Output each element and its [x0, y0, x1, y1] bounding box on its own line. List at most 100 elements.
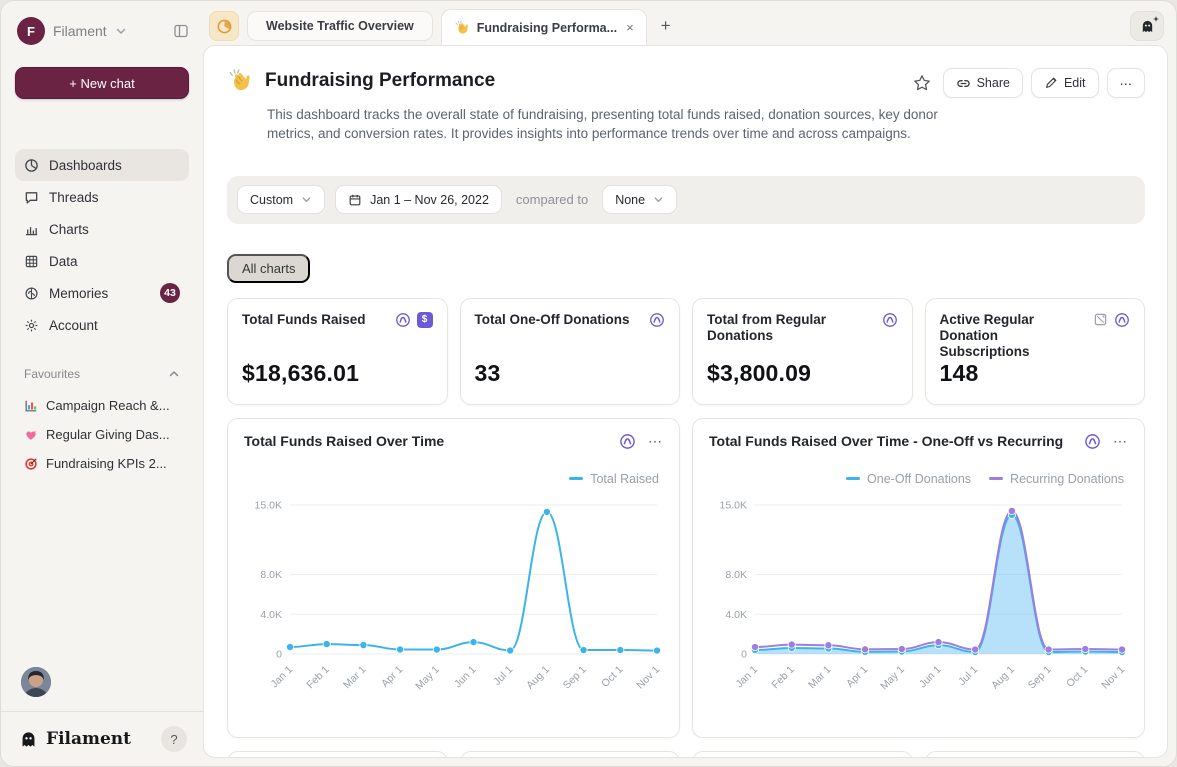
- svg-text:Jul 1: Jul 1: [956, 663, 980, 687]
- favourite-item-fundraising-kpis[interactable]: Fundraising KPIs 2...: [15, 449, 189, 478]
- chart-legend: Total Raised: [244, 472, 659, 486]
- area-chart-oneoff-vs-recurring[interactable]: 04.0K8.0K15.0KJan 1Feb 1Mar 1Apr 1May 1J…: [709, 488, 1132, 723]
- sidebar-item-data[interactable]: Data: [15, 245, 189, 277]
- svg-text:15.0K: 15.0K: [255, 499, 282, 511]
- favourite-star-button[interactable]: [909, 70, 935, 96]
- chart-more-button[interactable]: ⋯: [1113, 433, 1128, 450]
- chart-card-oneoff-vs-recurring: Total Funds Raised Over Time - One-Off v…: [692, 418, 1145, 738]
- sidebar-item-memories[interactable]: Memories 43: [15, 277, 189, 309]
- workspace-switcher[interactable]: F Filament: [17, 17, 189, 45]
- svg-text:Oct 1: Oct 1: [1064, 663, 1090, 689]
- svg-text:15.0K: 15.0K: [720, 499, 747, 511]
- help-button[interactable]: ?: [161, 726, 187, 752]
- sidebar-item-dashboards[interactable]: Dashboards: [15, 149, 189, 181]
- svg-text:May 1: May 1: [878, 663, 907, 692]
- svg-text:Sep 1: Sep 1: [561, 663, 589, 691]
- sidebar: F Filament + New chat Dashboards Threads…: [1, 1, 203, 766]
- new-chat-button[interactable]: + New chat: [15, 67, 189, 99]
- svg-text:4.0K: 4.0K: [260, 609, 282, 621]
- gear-icon: [24, 318, 39, 333]
- sidebar-item-label: Data: [49, 254, 78, 269]
- chart-title: Total Funds Raised Over Time - One-Off v…: [709, 433, 1063, 449]
- svg-text:Nov 1: Nov 1: [1099, 663, 1127, 691]
- tab-fundraising-performance[interactable]: Fundraising Performa... ×: [441, 9, 647, 45]
- kpi-card-total-funds-raised[interactable]: Total Funds Raised $ $18,636.01: [227, 298, 448, 405]
- kpi-title: Total from Regular Donations: [707, 312, 837, 344]
- dashboards-home-tab-button[interactable]: [209, 11, 239, 41]
- user-avatar[interactable]: [21, 667, 51, 697]
- svg-text:Jul 1: Jul 1: [491, 663, 515, 687]
- favourites-section-header[interactable]: Favourites: [24, 367, 180, 381]
- more-options-button[interactable]: ⋯: [1107, 68, 1146, 98]
- avatar-image: [21, 667, 51, 697]
- star-icon: [913, 74, 931, 92]
- kpi-value: $3,800.09: [707, 360, 898, 387]
- link-icon: [956, 76, 971, 91]
- ghost-logo-icon: [19, 730, 38, 749]
- line-chart-total-raised[interactable]: 04.0K8.0K15.0KJan 1Feb 1Mar 1Apr 1May 1J…: [244, 488, 667, 723]
- sidebar-item-account[interactable]: Account: [15, 309, 189, 341]
- legend-swatch: [846, 477, 860, 480]
- all-charts-chip[interactable]: All charts: [227, 254, 310, 283]
- clap-emoji-icon: [227, 68, 253, 94]
- legend-item: Total Raised: [569, 472, 659, 486]
- chart-slash-icon: [1093, 312, 1108, 327]
- pie-chart-icon: [24, 158, 39, 173]
- svg-text:Sep 1: Sep 1: [1026, 663, 1054, 691]
- main-area: Website Traffic Overview Fundraising Per…: [203, 1, 1176, 766]
- chevron-down-icon: [301, 194, 312, 205]
- kpi-title: Total One-Off Donations: [475, 312, 630, 328]
- kpi-card-total-regular-donations[interactable]: Total from Regular Donations $3,800.09: [692, 298, 913, 405]
- sidebar-item-charts[interactable]: Charts: [15, 213, 189, 245]
- svg-text:8.0K: 8.0K: [725, 569, 747, 581]
- date-range-value: Jan 1 – Nov 26, 2022: [370, 193, 489, 207]
- legend-label: Total Raised: [590, 472, 659, 486]
- edit-button[interactable]: Edit: [1031, 68, 1099, 98]
- kpi-card-tickets-sold[interactable]: Number of Tickets Sold: [692, 751, 913, 758]
- kpi-card-avg-donation-size[interactable]: Avg Donation Size (All: [925, 751, 1146, 758]
- close-tab-button[interactable]: ×: [624, 20, 634, 35]
- amber-pie-icon: [216, 18, 233, 35]
- kpi-card-donation-form-conversion[interactable]: Donation Form Conversion: [460, 751, 681, 758]
- filter-bar: Custom Jan 1 – Nov 26, 2022 compared to …: [227, 176, 1145, 224]
- legend-label: One-Off Donations: [867, 472, 971, 486]
- memories-count-badge: 43: [160, 283, 180, 303]
- date-range-picker[interactable]: Jan 1 – Nov 26, 2022: [335, 185, 502, 214]
- clap-emoji-icon: [454, 20, 470, 36]
- sidebar-divider: [1, 711, 203, 712]
- date-range-type-select[interactable]: Custom: [237, 185, 325, 214]
- compare-select[interactable]: None: [602, 185, 677, 214]
- target-emoji-icon: [24, 457, 38, 471]
- favourite-item-campaign-reach[interactable]: Campaign Reach &...: [15, 391, 189, 420]
- sidebar-item-threads[interactable]: Threads: [15, 181, 189, 213]
- chart-legend: One-Off Donations Recurring Donations: [709, 472, 1124, 486]
- polar-trend-icon: [395, 312, 411, 328]
- chart-more-button[interactable]: ⋯: [648, 433, 663, 450]
- sidebar-item-label: Memories: [49, 286, 108, 301]
- chart-card-total-funds-over-time: Total Funds Raised Over Time ⋯ Total Rai…: [227, 418, 680, 738]
- svg-text:Apr 1: Apr 1: [379, 663, 405, 689]
- chart-title: Total Funds Raised Over Time: [244, 433, 444, 449]
- svg-text:Feb 1: Feb 1: [304, 663, 332, 691]
- svg-text:Nov 1: Nov 1: [634, 663, 662, 691]
- pencil-icon: [1044, 76, 1058, 90]
- share-button[interactable]: Share: [943, 68, 1023, 98]
- svg-text:Jan 1: Jan 1: [733, 663, 760, 690]
- kpi-card-total-one-off-donations[interactable]: Total One-Off Donations 33: [460, 298, 681, 405]
- favourite-item-regular-giving[interactable]: Regular Giving Das...: [15, 420, 189, 449]
- sparkle-icon: [1153, 16, 1159, 22]
- compare-value: None: [615, 193, 645, 207]
- calendar-icon: [348, 193, 362, 207]
- chevron-up-icon: [168, 368, 180, 380]
- tab-website-traffic-overview[interactable]: Website Traffic Overview: [247, 11, 433, 41]
- svg-text:Apr 1: Apr 1: [844, 663, 870, 689]
- kpi-value: 148: [940, 360, 1131, 387]
- collapse-sidebar-button[interactable]: [173, 23, 189, 39]
- kpi-card-ticket-sales[interactable]: Total from Ticket Sales: [227, 751, 448, 758]
- edit-label: Edit: [1064, 76, 1086, 90]
- svg-text:0: 0: [741, 648, 747, 660]
- assistant-ghost-button[interactable]: [1130, 11, 1164, 41]
- kpi-card-active-subscriptions[interactable]: Active Regular Donation Subscriptions 14…: [925, 298, 1146, 405]
- bar-chart-icon: [24, 222, 39, 237]
- new-tab-button[interactable]: +: [655, 16, 677, 36]
